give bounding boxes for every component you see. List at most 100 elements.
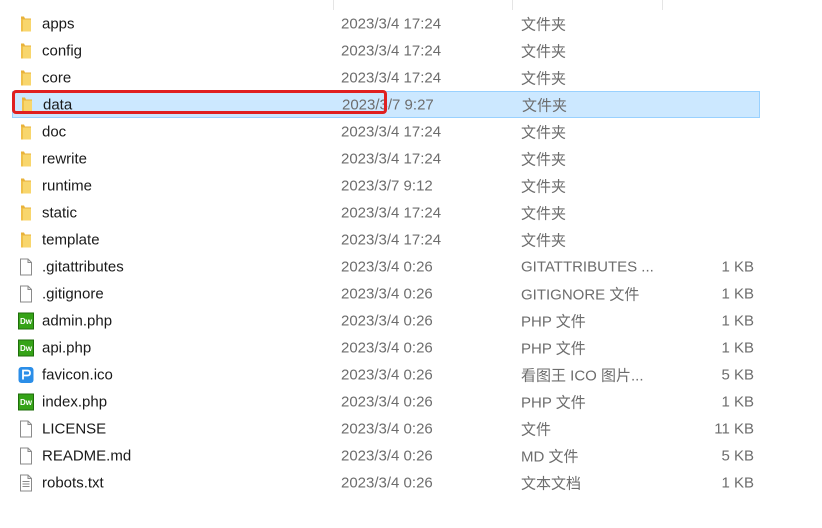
file-name: template bbox=[42, 231, 100, 248]
file-date-modified: 2023/3/4 17:24 bbox=[341, 15, 442, 32]
folder-icon bbox=[18, 150, 34, 167]
file-name: README.md bbox=[42, 447, 132, 464]
file-size: 1 KB bbox=[721, 474, 754, 491]
dreamweaver-icon: Dw bbox=[18, 339, 34, 356]
text-file-icon bbox=[18, 474, 34, 491]
file-row[interactable]: robots.txt 2023/3/4 0:26 文本文档 1 KB bbox=[12, 469, 760, 496]
file-type: GITATTRIBUTES ... bbox=[521, 258, 654, 275]
svg-text:Dw: Dw bbox=[20, 398, 33, 407]
dreamweaver-icon: Dw bbox=[18, 312, 34, 329]
file-date-modified: 2023/3/4 17:24 bbox=[341, 123, 442, 140]
file-row[interactable]: core 2023/3/4 17:24 文件夹 bbox=[12, 64, 760, 91]
file-size: 1 KB bbox=[721, 312, 754, 329]
file-size: 1 KB bbox=[721, 393, 754, 410]
file-name: runtime bbox=[42, 177, 93, 194]
file-name: .gitattributes bbox=[42, 258, 124, 275]
folder-icon bbox=[18, 15, 34, 32]
column-divider bbox=[512, 0, 513, 10]
file-date-modified: 2023/3/4 0:26 bbox=[341, 312, 433, 329]
file-type: 看图王 ICO 图片... bbox=[521, 367, 644, 384]
file-type: 文件夹 bbox=[521, 151, 567, 168]
file-date-modified: 2023/3/4 0:26 bbox=[341, 447, 433, 464]
file-type: 文件夹 bbox=[521, 205, 567, 222]
file-type: PHP 文件 bbox=[521, 313, 586, 330]
file-row[interactable]: apps 2023/3/4 17:24 文件夹 bbox=[12, 10, 760, 37]
file-date-modified: 2023/3/4 0:26 bbox=[341, 339, 433, 356]
file-date-modified: 2023/3/7 9:12 bbox=[341, 177, 433, 194]
file-row[interactable]: .gitattributes 2023/3/4 0:26 GITATTRIBUTES… bbox=[12, 253, 760, 280]
file-name: LICENSE bbox=[42, 420, 107, 437]
file-date-modified: 2023/3/7 9:27 bbox=[342, 96, 434, 113]
file-icon bbox=[18, 420, 34, 437]
folder-icon bbox=[18, 204, 34, 221]
file-name: rewrite bbox=[42, 150, 88, 167]
file-date-modified: 2023/3/4 17:24 bbox=[341, 42, 442, 59]
file-row[interactable]: favicon.ico 2023/3/4 0:26 看图王 ICO 图片... 5 K… bbox=[12, 361, 760, 388]
file-date-modified: 2023/3/4 0:26 bbox=[341, 420, 433, 437]
file-type: 文件夹 bbox=[521, 16, 567, 33]
file-name: robots.txt bbox=[42, 474, 104, 491]
file-date-modified: 2023/3/4 17:24 bbox=[341, 204, 442, 221]
file-type: GITIGNORE 文件 bbox=[521, 286, 640, 303]
file-size: 1 KB bbox=[721, 339, 754, 356]
file-size: 1 KB bbox=[721, 258, 754, 275]
svg-text:Dw: Dw bbox=[20, 317, 33, 326]
file-name: favicon.ico bbox=[42, 366, 113, 383]
file-name: index.php bbox=[42, 393, 108, 410]
file-size: 11 KB bbox=[714, 420, 754, 437]
file-name: core bbox=[42, 69, 72, 86]
file-row[interactable]: Dw index.php 2023/3/4 0:26 PHP 文件 1 KB bbox=[12, 388, 760, 415]
file-row[interactable]: rewrite 2023/3/4 17:24 文件夹 bbox=[12, 145, 760, 172]
file-row[interactable]: data 2023/3/7 9:27 文件夹 bbox=[12, 91, 760, 118]
file-type: 文件 bbox=[521, 421, 552, 438]
file-date-modified: 2023/3/4 0:26 bbox=[341, 258, 433, 275]
file-row[interactable]: Dw admin.php 2023/3/4 0:26 PHP 文件 1 KB bbox=[12, 307, 760, 334]
file-name: doc bbox=[42, 123, 67, 140]
file-name: .gitignore bbox=[42, 285, 104, 302]
file-type: MD 文件 bbox=[521, 448, 579, 465]
file-icon bbox=[18, 258, 34, 275]
file-size: 1 KB bbox=[721, 285, 754, 302]
folder-icon bbox=[19, 96, 35, 113]
file-type: PHP 文件 bbox=[521, 394, 586, 411]
file-date-modified: 2023/3/4 17:24 bbox=[341, 231, 442, 248]
file-date-modified: 2023/3/4 0:26 bbox=[341, 474, 433, 491]
file-row[interactable]: config 2023/3/4 17:24 文件夹 bbox=[12, 37, 760, 64]
file-date-modified: 2023/3/4 0:26 bbox=[341, 285, 433, 302]
file-type: 文件夹 bbox=[521, 124, 567, 141]
file-list: apps 2023/3/4 17:24 文件夹 config 2023/3/4 17:2… bbox=[12, 10, 760, 496]
file-date-modified: 2023/3/4 17:24 bbox=[341, 150, 442, 167]
file-name: admin.php bbox=[42, 312, 113, 329]
file-size: 5 KB bbox=[721, 447, 754, 464]
file-type: PHP 文件 bbox=[521, 340, 586, 357]
file-row[interactable]: doc 2023/3/4 17:24 文件夹 bbox=[12, 118, 760, 145]
file-name: static bbox=[42, 204, 78, 221]
column-divider bbox=[662, 0, 663, 10]
file-row[interactable]: LICENSE 2023/3/4 0:26 文件 11 KB bbox=[12, 415, 760, 442]
file-row[interactable]: template 2023/3/4 17:24 文件夹 bbox=[12, 226, 760, 253]
file-row[interactable]: static 2023/3/4 17:24 文件夹 bbox=[12, 199, 760, 226]
column-divider bbox=[333, 0, 334, 10]
file-type: 文件夹 bbox=[521, 70, 567, 87]
image-viewer-icon bbox=[18, 366, 34, 383]
file-date-modified: 2023/3/4 0:26 bbox=[341, 393, 433, 410]
file-row[interactable]: runtime 2023/3/7 9:12 文件夹 bbox=[12, 172, 760, 199]
file-type: 文件夹 bbox=[521, 43, 567, 60]
folder-icon bbox=[18, 177, 34, 194]
folder-icon bbox=[18, 42, 34, 59]
file-row[interactable]: Dw api.php 2023/3/4 0:26 PHP 文件 1 KB bbox=[12, 334, 760, 361]
folder-icon bbox=[18, 123, 34, 140]
file-type: 文件夹 bbox=[521, 232, 567, 249]
file-icon bbox=[18, 447, 34, 464]
folder-icon bbox=[18, 231, 34, 248]
file-date-modified: 2023/3/4 0:26 bbox=[341, 366, 433, 383]
dreamweaver-icon: Dw bbox=[18, 393, 34, 410]
file-row[interactable]: .gitignore 2023/3/4 0:26 GITIGNORE 文件 1 KB bbox=[12, 280, 760, 307]
file-name: apps bbox=[42, 15, 75, 32]
file-icon bbox=[18, 285, 34, 302]
file-name: data bbox=[43, 96, 73, 113]
folder-icon bbox=[18, 69, 34, 86]
file-type: 文本文档 bbox=[521, 475, 582, 492]
file-row[interactable]: README.md 2023/3/4 0:26 MD 文件 5 KB bbox=[12, 442, 760, 469]
file-date-modified: 2023/3/4 17:24 bbox=[341, 69, 442, 86]
